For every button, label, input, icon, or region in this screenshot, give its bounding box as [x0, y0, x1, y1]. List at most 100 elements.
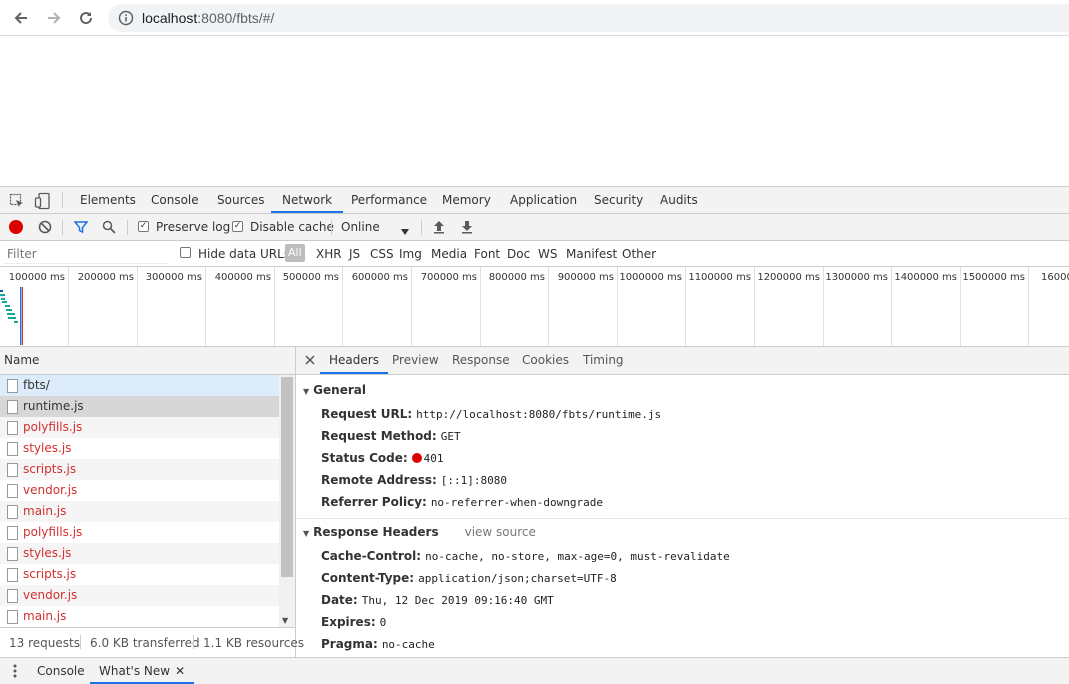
filter-type-ws[interactable]: WS [538, 247, 557, 261]
request-row[interactable]: main.js [0, 501, 279, 522]
tab-security[interactable]: Security [594, 187, 643, 213]
tab-preview[interactable]: Preview [392, 347, 439, 374]
toolbar-divider [62, 192, 63, 208]
close-icon[interactable]: ✕ [175, 664, 185, 678]
view-source-link[interactable]: view source [465, 525, 536, 539]
general-section-title: General [313, 383, 366, 397]
drawer-menu-icon[interactable] [12, 663, 18, 682]
drawer-tab-whats-new[interactable]: What's New ✕ [90, 658, 195, 684]
tab-cookies[interactable]: Cookies [522, 347, 569, 374]
tab-elements[interactable]: Elements [80, 187, 136, 213]
tab-sources[interactable]: Sources [217, 187, 264, 213]
tab-headers[interactable]: Headers [320, 347, 388, 374]
reload-button[interactable] [74, 6, 98, 30]
filter-type-media[interactable]: Media [431, 247, 467, 261]
timeline-tick-label: 300000 ms [145, 272, 202, 283]
tab-performance[interactable]: Performance [351, 187, 427, 213]
record-icon[interactable] [9, 220, 23, 234]
timeline-tick-label: 700000 ms [420, 272, 477, 283]
timeline-tick: 1300000 ms [824, 267, 892, 346]
timeline-tick: 16000 [1029, 267, 1069, 346]
filter-type-doc[interactable]: Doc [507, 247, 530, 261]
request-row[interactable]: main.js [0, 606, 279, 627]
device-toolbar-icon[interactable] [34, 192, 52, 213]
filter-type-other[interactable]: Other [622, 247, 656, 261]
request-row[interactable]: scripts.js [0, 459, 279, 480]
export-har-icon[interactable] [461, 220, 473, 237]
request-row[interactable]: styles.js [0, 543, 279, 564]
request-name: vendor.js [23, 483, 78, 497]
header-key: Pragma: [321, 637, 378, 651]
filter-type-css[interactable]: CSS [370, 247, 394, 261]
info-icon[interactable] [118, 10, 134, 29]
network-overview-timeline[interactable]: 100000 ms 200000 ms 300000 ms 400000 ms … [0, 267, 1069, 347]
tab-timing[interactable]: Timing [583, 347, 624, 374]
request-row[interactable]: vendor.js [0, 480, 279, 501]
name-column-header[interactable]: Name [0, 347, 295, 375]
tab-audits[interactable]: Audits [660, 187, 698, 213]
request-row[interactable]: scripts.js [0, 564, 279, 585]
back-button[interactable] [9, 6, 33, 30]
timeline-tick-label: 1300000 ms [825, 272, 888, 283]
search-icon[interactable] [102, 220, 116, 237]
timeline-tick-label: 16000 [1041, 272, 1069, 283]
disable-cache-checkbox[interactable]: ✓ [232, 221, 243, 232]
request-row[interactable]: polyfills.js [0, 417, 279, 438]
forward-arrow-icon [48, 12, 61, 24]
timeline-tick-label: 400000 ms [214, 272, 271, 283]
filter-icon[interactable] [73, 220, 89, 237]
forward-button[interactable] [42, 6, 66, 30]
toolbar-divider [127, 220, 128, 235]
reload-icon [80, 12, 93, 25]
inspect-element-icon[interactable] [9, 193, 25, 212]
timeline-tick: 900000 ms [549, 267, 618, 346]
tab-response[interactable]: Response [452, 347, 510, 374]
request-row[interactable]: runtime.js [0, 396, 279, 417]
request-row[interactable]: polyfills.js [0, 522, 279, 543]
tab-network[interactable]: Network [271, 187, 344, 213]
request-row[interactable]: vendor.js [0, 585, 279, 606]
throttling-select[interactable]: Online [341, 220, 380, 234]
drawer-tab-console[interactable]: Console [37, 658, 85, 684]
request-name: scripts.js [23, 567, 77, 581]
request-name: polyfills.js [23, 525, 83, 539]
address-bar[interactable]: localhost:8080/fbts/#/ [108, 4, 1069, 32]
tab-memory[interactable]: Memory [442, 187, 491, 213]
tab-application[interactable]: Application [510, 187, 577, 213]
close-detail-icon[interactable] [305, 354, 315, 368]
request-name: polyfills.js [23, 420, 83, 434]
preserve-log-checkbox[interactable]: ✓ [138, 221, 149, 232]
request-list-scrollbar[interactable]: ▼ [279, 375, 295, 627]
clear-icon[interactable] [38, 220, 52, 237]
request-row[interactable]: fbts/ [0, 375, 279, 396]
scrollbar-thumb[interactable] [281, 377, 293, 577]
tab-console[interactable]: Console [151, 187, 199, 213]
header-key: Request URL: [321, 407, 413, 421]
timeline-tick-label: 1500000 ms [962, 272, 1025, 283]
header-key: Request Method: [321, 429, 437, 443]
general-section-header[interactable]: ▼ General [303, 383, 366, 397]
request-name: vendor.js [23, 588, 78, 602]
filter-type-all[interactable]: All [285, 244, 305, 262]
filter-type-js[interactable]: JS [349, 247, 360, 261]
timeline-tick-label: 1400000 ms [894, 272, 957, 283]
chevron-down-icon[interactable] [401, 224, 409, 238]
import-har-icon[interactable] [433, 220, 445, 237]
scroll-down-arrow-icon[interactable]: ▼ [282, 616, 288, 625]
response-headers-title: Response Headers [313, 525, 439, 539]
hide-data-urls-label: Hide data URLs [198, 247, 291, 261]
filter-input[interactable] [3, 244, 168, 264]
filter-type-manifest[interactable]: Manifest [566, 247, 617, 261]
url-path: :8080/fbts/#/ [197, 10, 275, 26]
devtools-panel: Elements Console Sources Network Perform… [0, 186, 1069, 684]
devtools-drawer: Console What's New ✕ [0, 657, 1069, 684]
header-value: no-referrer-when-downgrade [430, 496, 603, 509]
response-headers-section-header[interactable]: ▼ Response Headers view source [303, 525, 536, 539]
request-row[interactable]: styles.js [0, 438, 279, 459]
filter-type-xhr[interactable]: XHR [316, 247, 342, 261]
hide-data-urls-checkbox[interactable] [180, 247, 191, 258]
timeline-tick: 1000000 ms [618, 267, 686, 346]
request-name: styles.js [23, 546, 72, 560]
filter-type-img[interactable]: Img [399, 247, 422, 261]
filter-type-font[interactable]: Font [474, 247, 500, 261]
